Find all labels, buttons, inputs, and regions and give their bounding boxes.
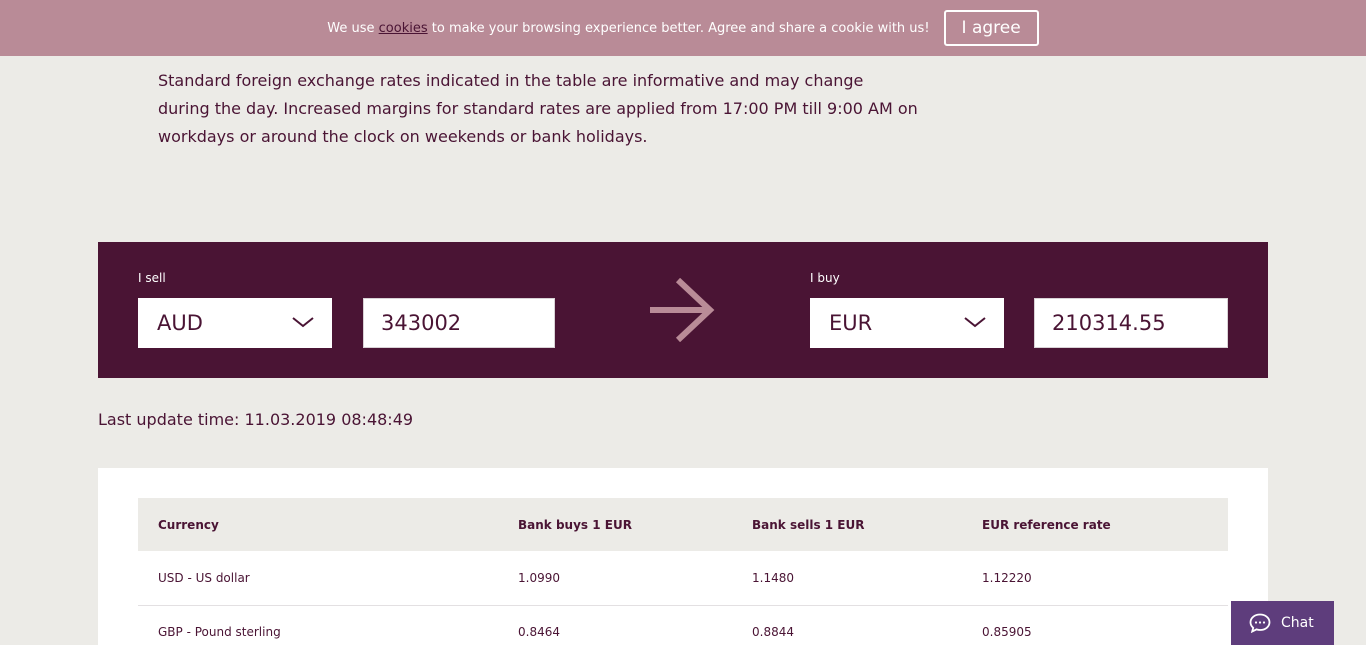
bank-buys-cell: 0.8464 — [498, 605, 732, 645]
chat-bubble-icon — [1249, 613, 1271, 633]
bank-sells-cell: 1.1480 — [732, 551, 962, 606]
chat-label: Chat — [1281, 615, 1314, 631]
currency-converter: I sell AUD 343002 I buy EUR 210314.55 — [98, 242, 1268, 378]
chevron-down-icon — [292, 317, 314, 328]
sell-currency-value: AUD — [157, 311, 203, 335]
agree-button[interactable]: I agree — [943, 10, 1039, 46]
buy-amount-input[interactable]: 210314.55 — [1034, 298, 1228, 348]
column-header: Bank sells 1 EUR — [732, 498, 962, 551]
buy-amount-value: 210314.55 — [1052, 311, 1166, 335]
sell-amount-input[interactable]: 343002 — [363, 298, 555, 348]
chat-button[interactable]: Chat — [1231, 601, 1334, 645]
cookie-bar: We use cookies to make your browsing exp… — [0, 0, 1366, 56]
buy-label: I buy — [810, 271, 840, 285]
rates-table: Currency Bank buys 1 EUR Bank sells 1 EU… — [138, 498, 1228, 645]
reference-rate-cell: 1.12220 — [962, 551, 1228, 606]
table-row: GBP - Pound sterling 0.8464 0.8844 0.859… — [138, 605, 1228, 645]
currency-cell: USD - US dollar — [138, 551, 498, 606]
currency-cell: GBP - Pound sterling — [138, 605, 498, 645]
column-header: Currency — [138, 498, 498, 551]
table-row: USD - US dollar 1.0990 1.1480 1.12220 — [138, 551, 1228, 606]
sell-label: I sell — [138, 271, 166, 285]
table-header-row: Currency Bank buys 1 EUR Bank sells 1 EU… — [138, 498, 1228, 551]
rates-info-text: Standard foreign exchange rates indicate… — [158, 71, 918, 146]
chevron-down-icon — [964, 317, 986, 328]
cookies-link[interactable]: cookies — [379, 21, 428, 36]
rates-table-card: Currency Bank buys 1 EUR Bank sells 1 EU… — [98, 468, 1268, 645]
column-header: Bank buys 1 EUR — [498, 498, 732, 551]
cookie-message: We use cookies to make your browsing exp… — [327, 20, 930, 36]
column-header: EUR reference rate — [962, 498, 1228, 551]
reference-rate-cell: 0.85905 — [962, 605, 1228, 645]
bank-buys-cell: 1.0990 — [498, 551, 732, 606]
buy-currency-select[interactable]: EUR — [810, 298, 1004, 348]
last-update-time: Last update time: 11.03.2019 08:48:49 — [98, 410, 414, 429]
buy-currency-value: EUR — [829, 311, 873, 335]
sell-currency-select[interactable]: AUD — [138, 298, 332, 348]
bank-sells-cell: 0.8844 — [732, 605, 962, 645]
arrow-right-icon — [650, 278, 715, 342]
sell-amount-value: 343002 — [381, 311, 462, 335]
